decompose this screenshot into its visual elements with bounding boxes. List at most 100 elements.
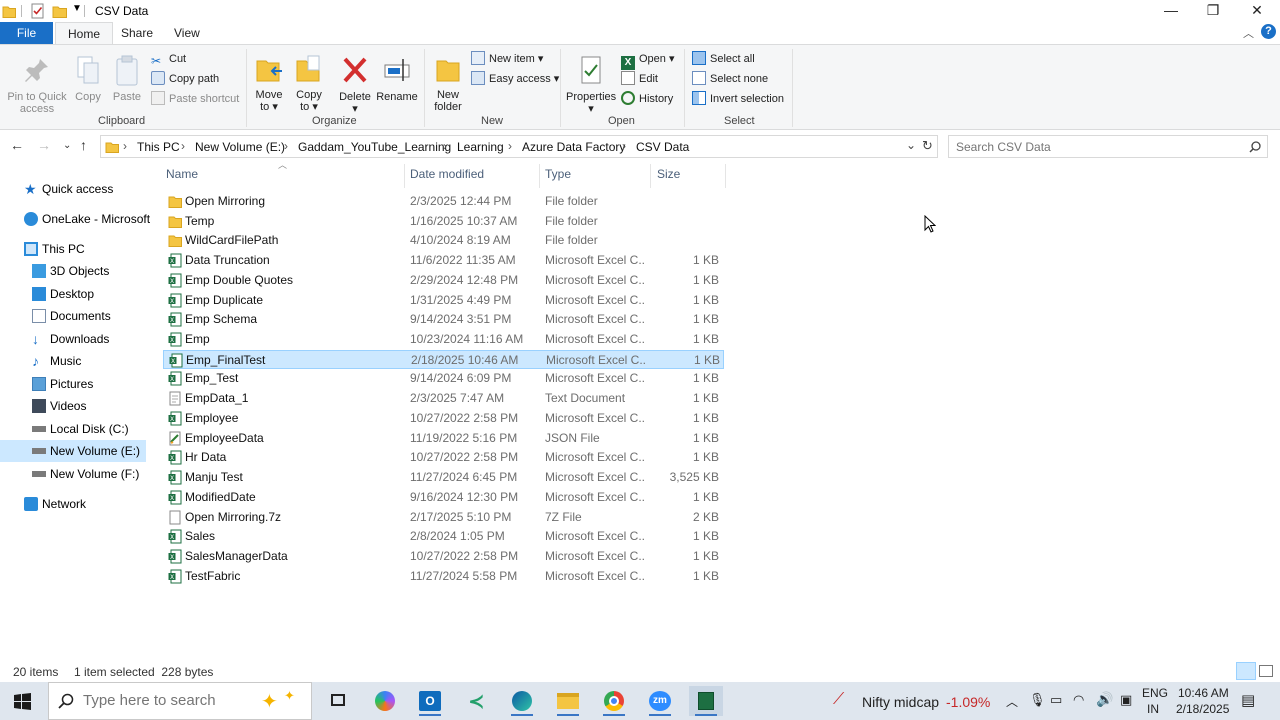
nav-new-volume-e[interactable]: New Volume (E:) xyxy=(0,440,146,462)
edge-icon[interactable] xyxy=(505,686,539,716)
file-row[interactable]: Temp 1/16/2025 10:37 AM File folder xyxy=(163,212,724,231)
file-row[interactable]: X ModifiedDate 9/16/2024 12:30 PM Microsoft… xyxy=(163,488,724,507)
invert-selection-button[interactable]: Invert selection xyxy=(692,90,784,108)
column-header-date[interactable]: Date modified xyxy=(410,167,484,181)
breadcrumb-gaddam-youtube-learning[interactable]: Gaddam_YouTube_Learning xyxy=(298,140,451,154)
file-row[interactable]: EmpData_1 2/3/2025 7:47 AM Text Document 1 … xyxy=(163,389,724,408)
edit-button[interactable]: Edit xyxy=(621,70,658,88)
nav-quick-access[interactable]: ★ Quick access xyxy=(0,178,146,200)
volume-icon[interactable]: 🔊 xyxy=(1096,691,1113,708)
search-icon[interactable] xyxy=(1249,141,1261,153)
file-explorer-icon[interactable] xyxy=(551,686,585,716)
nav-new-volume-f[interactable]: New Volume (F:) xyxy=(0,463,146,485)
customize-quick-access-icon[interactable]: ▼ xyxy=(72,3,82,19)
nav-documents[interactable]: Documents xyxy=(0,305,146,327)
select-all-button[interactable]: Select all xyxy=(692,50,755,68)
breadcrumb-separator-icon[interactable]: › xyxy=(443,139,447,153)
nav-this-pc[interactable]: This PC xyxy=(0,238,146,260)
move-to-button[interactable]: Move to ▾ xyxy=(253,49,285,113)
large-icons-view-icon[interactable] xyxy=(1259,665,1273,677)
clock-time[interactable]: 10:46 AM xyxy=(1178,686,1229,700)
search-box[interactable] xyxy=(948,135,1268,158)
delete-button[interactable]: Delete ▾ xyxy=(337,49,373,115)
breadcrumb-csv-data[interactable]: CSV Data xyxy=(636,140,689,154)
file-row[interactable]: WildCardFilePath 4/10/2024 8:19 AM File fo… xyxy=(163,231,724,250)
stock-change[interactable]: -1.09% xyxy=(946,694,990,710)
back-arrow-icon[interactable]: ← xyxy=(10,137,24,153)
copy-to-button[interactable]: Copy to ▾ xyxy=(293,49,325,113)
restore-button[interactable]: ❐ xyxy=(1190,0,1236,22)
column-divider[interactable] xyxy=(539,164,540,188)
open-button[interactable]: X Open ▾ xyxy=(621,50,675,70)
chrome-icon[interactable] xyxy=(597,686,631,716)
refresh-icon[interactable]: ↻ xyxy=(922,138,933,154)
nav-music[interactable]: ♪ Music xyxy=(0,350,146,372)
nav-pictures[interactable]: Pictures xyxy=(0,373,146,395)
close-button[interactable]: ✕ xyxy=(1234,0,1280,22)
battery-icon[interactable]: ▭ xyxy=(1050,692,1062,708)
breadcrumb-separator-icon[interactable]: › xyxy=(508,139,512,153)
display-icon[interactable]: ▣ xyxy=(1120,692,1132,708)
nav-onelake[interactable]: OneLake - Microsoft xyxy=(0,208,150,230)
new-item-button[interactable]: New item ▾ xyxy=(471,50,543,68)
easy-access-button[interactable]: Easy access ▾ xyxy=(471,70,559,88)
breadcrumb-this-pc[interactable]: This PC xyxy=(137,140,180,154)
breadcrumb-separator-icon[interactable]: › xyxy=(622,139,626,153)
nav-local-disk-c[interactable]: Local Disk (C:) xyxy=(0,418,146,440)
paste-button[interactable]: Paste xyxy=(110,49,144,103)
tab-file[interactable]: File xyxy=(0,22,53,44)
file-row[interactable]: Open Mirroring.7z 2/17/2025 5:10 PM 7Z Fil… xyxy=(163,508,724,527)
nav-3d-objects[interactable]: 3D Objects xyxy=(0,260,146,282)
up-arrow-icon[interactable]: ↑ xyxy=(80,137,87,153)
tab-home[interactable]: Home xyxy=(55,22,114,44)
new-folder-icon[interactable] xyxy=(52,3,68,19)
column-divider[interactable] xyxy=(650,164,651,188)
outlook-icon[interactable]: O xyxy=(413,686,447,716)
breadcrumb-learning[interactable]: Learning xyxy=(457,140,504,154)
file-row[interactable]: X Emp Duplicate 1/31/2025 4:49 PM Microsoft… xyxy=(163,291,724,310)
nav-network[interactable]: Network xyxy=(0,493,146,515)
file-row[interactable]: X Employee 10/27/2022 2:58 PM Microsoft Exc… xyxy=(163,409,724,428)
column-header-size[interactable]: Size xyxy=(657,167,680,181)
breadcrumb-azure-data-factory[interactable]: Azure Data Factory xyxy=(522,140,625,154)
file-row[interactable]: Open Mirroring 2/3/2025 12:44 PM File fold… xyxy=(163,192,724,211)
microphone-icon[interactable]: 🎙 xyxy=(1029,692,1046,708)
details-view-icon[interactable] xyxy=(1236,662,1256,680)
select-none-button[interactable]: Select none xyxy=(692,70,768,88)
rename-button[interactable]: Rename xyxy=(376,49,418,103)
taskbar-search-input[interactable] xyxy=(83,692,243,709)
file-row[interactable]: X TestFabric 11/27/2024 5:58 PM Microsoft E… xyxy=(163,567,724,586)
column-header-name[interactable]: Name xyxy=(166,167,198,181)
file-row[interactable]: EmployeeData 11/19/2022 5:16 PM JSON File 1… xyxy=(163,429,724,448)
copilot-icon[interactable] xyxy=(368,686,402,716)
history-button[interactable]: History xyxy=(621,90,673,108)
taskbar-search[interactable]: ✦ ✦ xyxy=(48,682,312,720)
minimize-button[interactable]: — xyxy=(1148,0,1194,22)
zoom-icon[interactable]: zm xyxy=(643,686,677,716)
breadcrumb-separator-icon[interactable]: › xyxy=(284,139,288,153)
help-icon[interactable]: ? xyxy=(1261,24,1276,39)
show-hidden-icons-chevron-icon[interactable]: ︿ xyxy=(1006,693,1018,710)
chevron-up-icon[interactable]: ︿ xyxy=(1243,25,1254,41)
paste-shortcut-button[interactable]: Paste shortcut xyxy=(151,90,239,108)
copy-button[interactable]: Copy xyxy=(72,49,104,103)
column-header-type[interactable]: Type xyxy=(545,167,571,181)
clock-date[interactable]: 2/18/2025 xyxy=(1176,702,1229,716)
file-row[interactable]: X Emp 10/23/2024 11:16 AM Microsoft Excel C… xyxy=(163,330,724,349)
address-history-chevron-icon[interactable]: ⌄ xyxy=(906,138,916,152)
file-row[interactable]: X SalesManagerData 10/27/2022 2:58 PM Micro… xyxy=(163,547,724,566)
excel-csv-app-icon[interactable] xyxy=(689,686,723,716)
wifi-icon[interactable]: ◠ xyxy=(1073,692,1084,708)
file-row[interactable]: X Emp_FinalTest 2/18/2025 10:46 AM Microsof… xyxy=(163,349,724,369)
pin-to-quick-access-button[interactable]: Pin to Quick access xyxy=(4,49,70,115)
file-row[interactable]: X Hr Data 10/27/2022 2:58 PM Microsoft Exce… xyxy=(163,448,724,467)
stock-chart-icon[interactable]: ⟋ xyxy=(833,691,844,709)
visual-studio-code-icon[interactable]: ≺ xyxy=(459,686,493,716)
file-row[interactable]: X Manju Test 11/27/2024 6:45 PM Microsoft E… xyxy=(163,468,724,487)
task-view-icon[interactable] xyxy=(321,686,355,716)
stock-name[interactable]: Nifty midcap xyxy=(862,694,939,710)
properties-button[interactable]: Properties ▾ xyxy=(566,49,616,115)
nav-videos[interactable]: Videos xyxy=(0,395,146,417)
file-row[interactable]: X Emp Double Quotes 2/29/2024 12:48 PM Micr… xyxy=(163,271,724,290)
column-divider[interactable] xyxy=(404,164,405,188)
